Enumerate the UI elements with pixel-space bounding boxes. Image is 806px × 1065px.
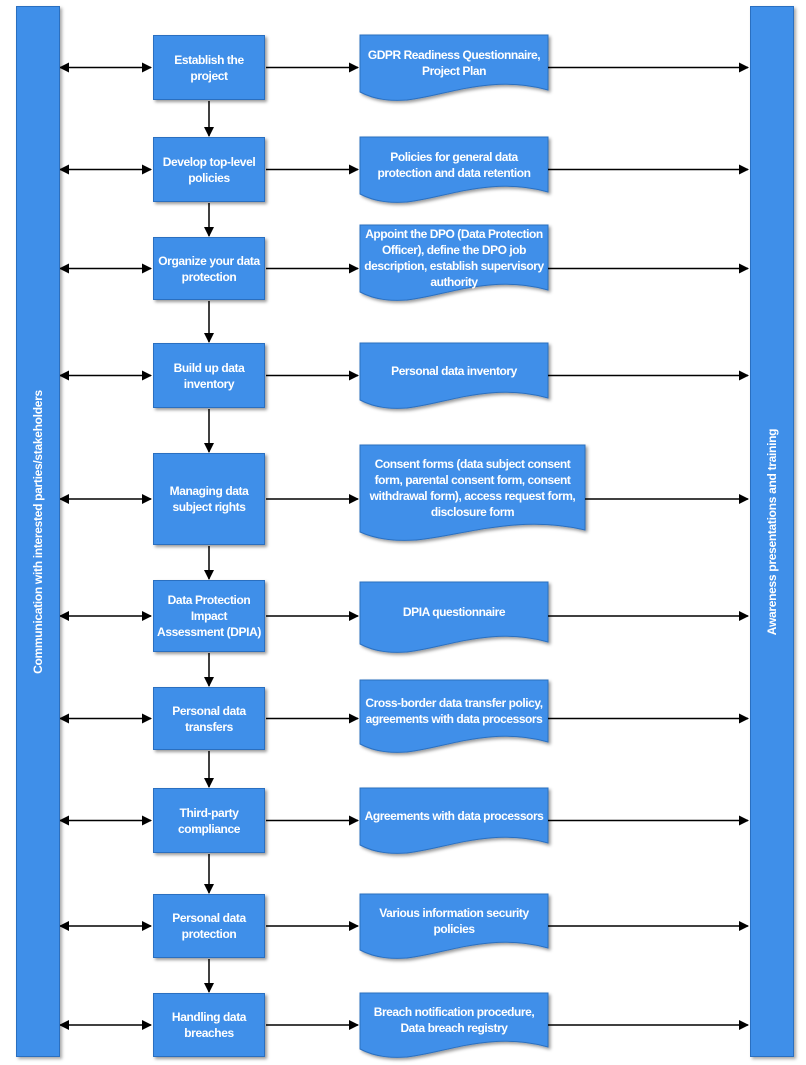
- output-document-label: Cross-border data transfer policy, agree…: [365, 696, 543, 726]
- output-document-label: Policies for general data protection and…: [377, 149, 531, 180]
- output-document-label: GDPR Readiness Questionnaire, Project Pl…: [367, 47, 541, 78]
- process-step-box[interactable]: Personal data protection: [153, 894, 265, 958]
- process-step-label: Build up data inventory: [173, 360, 245, 391]
- process-step-label: Personal data transfers: [172, 703, 246, 734]
- process-step-box[interactable]: Handling data breaches: [153, 993, 265, 1057]
- output-document-label: Consent forms (data subject consent form…: [369, 456, 576, 519]
- output-document-label: Appoint the DPO (Data Protection Officer…: [364, 226, 544, 289]
- process-step-box[interactable]: Managing data subject rights: [153, 453, 265, 545]
- left-bar-label: Communication with interested parties/st…: [31, 389, 45, 674]
- output-document-label: Various information security policies: [379, 906, 529, 936]
- process-step-label: Data Protection Impact Assessment (DPIA): [157, 593, 261, 639]
- process-step-box[interactable]: Develop top-level policies: [153, 137, 265, 202]
- process-step-label: Third-party compliance: [177, 805, 241, 836]
- process-step-box[interactable]: Build up data inventory: [153, 343, 265, 408]
- right-bar-awareness: Awareness presentations and training: [750, 6, 794, 1057]
- output-document-label: Personal data inventory: [391, 363, 517, 378]
- process-step-label: Develop top-level policies: [162, 154, 256, 185]
- process-step-label: Establish the project: [174, 52, 244, 83]
- process-step-label: Organize your data protection: [158, 253, 260, 284]
- process-step-label: Personal data protection: [172, 911, 246, 941]
- process-step-label: Handling data breaches: [171, 1010, 247, 1040]
- process-step-box[interactable]: Data Protection Impact Assessment (DPIA): [153, 580, 265, 652]
- left-bar-communication: Communication with interested parties/st…: [16, 6, 60, 1057]
- gdpr-implementation-diagram: Communication with interested parties/st…: [0, 0, 806, 1065]
- process-step-label: Managing data subject rights: [169, 484, 249, 514]
- process-step-box[interactable]: Organize your data protection: [153, 237, 265, 300]
- process-step-box[interactable]: Third-party compliance: [153, 788, 265, 853]
- process-step-box[interactable]: Personal data transfers: [153, 687, 265, 750]
- output-document-label: DPIA questionnaire: [402, 605, 506, 619]
- output-document-label: Agreements with data processors: [364, 808, 544, 823]
- output-document-label: Breach notification procedure, Data brea…: [373, 1005, 535, 1035]
- right-bar-label: Awareness presentations and training: [765, 428, 779, 635]
- process-step-box[interactable]: Establish the project: [153, 35, 265, 100]
